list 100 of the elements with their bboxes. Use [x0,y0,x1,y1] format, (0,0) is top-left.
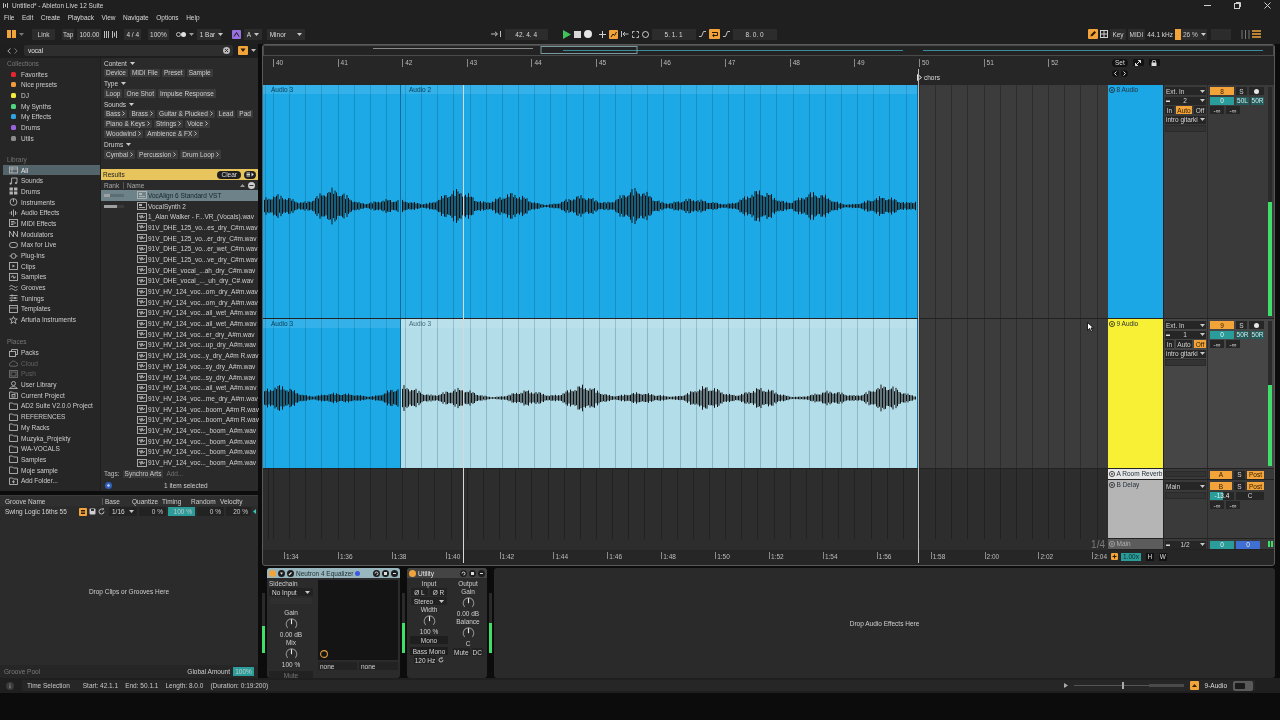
lines-icon[interactable] [1241,29,1250,39]
circle-icon[interactable] [641,30,649,38]
folder-plus-icon [9,476,18,485]
folder-box-icon [9,391,18,400]
caret-icon [1200,484,1205,488]
grid-icon[interactable] [1100,30,1109,38]
minus-circle-icon[interactable] [248,181,255,189]
pencil-icon[interactable] [1088,29,1099,39]
loop-arrow-icon[interactable] [438,657,445,663]
wave-box-icon [9,272,18,281]
zigzag-icon [9,230,18,239]
arrangement-overview[interactable] [263,45,1274,56]
width-knob[interactable] [422,615,436,626]
meter-icon [1268,541,1273,547]
dots-icon[interactable] [175,31,186,37]
arm-button[interactable] [1249,321,1264,329]
sort-icon[interactable] [240,183,245,187]
plugin-icon [137,191,147,200]
plus-square-icon[interactable] [1111,553,1118,560]
lines-icon[interactable] [104,30,110,38]
toggle-icon[interactable] [1233,680,1253,691]
fold-icon[interactable] [1109,482,1115,488]
bar-arrow-icon[interactable] [620,31,629,37]
list-icon[interactable] [79,507,87,516]
caret-icon [1200,323,1205,327]
fold-icon[interactable] [278,569,285,577]
slash-circle-icon[interactable] [287,569,294,577]
curve-icon[interactable] [698,31,706,37]
caret-icon [1200,32,1206,36]
routing-field[interactable] [1165,359,1206,366]
dot-icon[interactable] [409,569,416,577]
refresh-icon[interactable] [98,508,105,515]
template-icon [9,304,18,313]
back-arrow-icon[interactable] [1112,70,1119,77]
power-icon [9,198,18,207]
minus-circle-icon[interactable] [478,569,485,577]
mouse-pointer-icon [1087,322,1094,332]
play-icon[interactable] [1063,683,1068,688]
restore-icon[interactable] [1234,2,1241,9]
menu-icon[interactable] [1252,30,1261,38]
record-icon[interactable] [583,30,592,38]
forward-arrow-icon[interactable] [1121,70,1128,77]
audio-file-icon [137,223,147,232]
app-icon [3,3,9,8]
frame-corners-icon[interactable] [631,30,639,38]
forward-icon[interactable] [14,47,18,54]
arrow-circle-icon[interactable] [460,569,467,577]
bars-icon [9,219,18,228]
audio-file-icon [137,394,147,403]
clear-icon[interactable] [223,47,230,54]
routing-field[interactable] [1165,125,1206,132]
routing-field[interactable] [1165,491,1206,499]
list-arrow-icon [246,172,254,177]
expand-results-button[interactable] [244,170,256,179]
lines-icon[interactable] [112,30,118,38]
save-icon[interactable] [89,508,96,515]
routing-field[interactable] [1165,470,1206,477]
gain-knob[interactable] [284,618,298,629]
lock-button[interactable] [1148,59,1160,66]
curve-icon[interactable] [722,31,730,37]
back-icon[interactable] [7,47,11,54]
mix-knob[interactable] [284,648,298,659]
down-triangle-icon[interactable] [238,46,248,55]
arm-button[interactable] [1249,87,1264,95]
scroll-bar[interactable] [1073,682,1184,689]
arrow-circle-icon[interactable] [373,569,380,577]
stop-icon[interactable] [573,30,581,38]
minus-circle-icon[interactable] [391,569,398,577]
fold-icon[interactable] [1109,321,1115,327]
audio-file-icon [137,426,147,435]
info-icon [6,681,14,690]
gain-knob[interactable] [461,597,475,608]
up-triangle-icon[interactable] [1189,681,1199,690]
pads-icon [9,187,18,196]
dot-icon[interactable] [269,569,276,577]
caret-icon [1200,99,1205,102]
line-graph-icon[interactable] [608,29,618,39]
arrow-bar-icon[interactable] [490,31,502,37]
audio-file-icon [137,362,147,371]
plus-icon[interactable] [598,30,606,38]
audio-file-icon [137,298,147,307]
balance-knob[interactable] [461,627,475,638]
dot-circle-icon[interactable] [105,481,112,489]
fold-icon[interactable] [1109,87,1115,93]
square-circle-icon[interactable] [469,569,476,577]
caret-icon [296,32,302,36]
stack-icon [9,348,18,357]
audio-file-icon [137,437,147,446]
caret-icon [1200,89,1205,93]
expand-button[interactable] [1132,59,1144,66]
scale-icon[interactable] [231,29,241,39]
expand-icon [1135,59,1142,66]
audio-file-icon [137,447,147,456]
split-view-icon[interactable] [7,30,16,38]
square-circle-icon[interactable] [382,569,389,577]
close-icon[interactable] [1264,2,1271,9]
triangle-icon [253,509,256,514]
fold-icon[interactable] [1109,470,1115,477]
play-icon[interactable] [562,29,571,39]
loop-icon[interactable] [708,29,720,39]
